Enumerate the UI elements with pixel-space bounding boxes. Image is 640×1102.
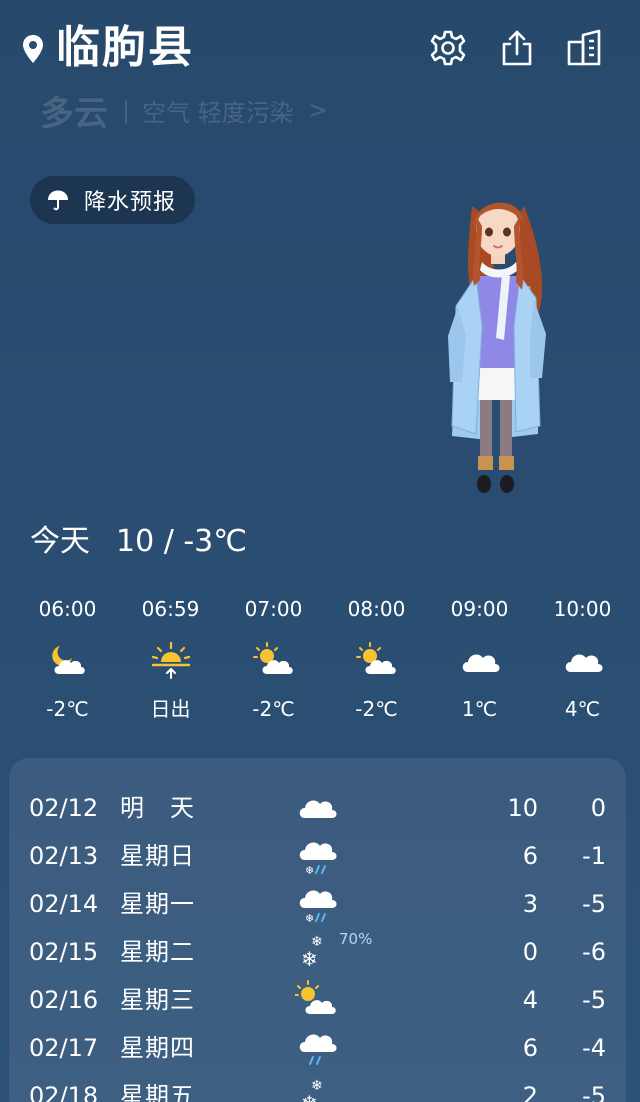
day-high: 6: [522, 842, 538, 870]
separator: |: [122, 96, 131, 124]
today-label: 今天: [30, 524, 90, 559]
moon-cloud-icon: [51, 646, 85, 674]
hour-time: 07:00: [244, 597, 303, 621]
daily-row[interactable]: 02/15 星期二 ❄ ❄ 70% 0 -6: [9, 928, 626, 976]
cloud-icon: [565, 654, 602, 672]
sun-cloud-icon: [252, 642, 293, 674]
city-list-icon[interactable]: [565, 28, 605, 68]
svg-text:❄: ❄: [301, 1091, 318, 1102]
snow-icon: ❄ ❄: [301, 934, 323, 971]
day-weekday: 星期二: [120, 938, 195, 966]
day-date: 02/16: [29, 986, 99, 1014]
daily-row[interactable]: 02/12 明 天 10 0: [9, 784, 626, 832]
sleet-icon: ❄: [299, 890, 337, 924]
day-high: 3: [522, 890, 538, 918]
day-date: 02/17: [29, 1034, 99, 1062]
day-high: 2: [522, 1082, 538, 1102]
hour-temp: -2℃: [355, 697, 398, 721]
gear-icon[interactable]: [428, 28, 468, 68]
hour-temp: -2℃: [252, 697, 295, 721]
day-weekday: 明 天: [120, 794, 195, 822]
day-weekday: 星期三: [120, 986, 195, 1014]
daily-forecast-panel[interactable]: 02/12 明 天 10 0 02/13 星期日 ❄ 6 -1 02/14 星期…: [9, 758, 626, 1102]
hourly-forecast[interactable]: 06:00 -2℃ 06:59 日出 07:00 -2℃ 08:00 -2℃ 0…: [16, 594, 634, 724]
day-weekday: 星期日: [120, 842, 195, 870]
hour-item: 06:59 日出: [119, 594, 222, 724]
hour-temp: 4℃: [564, 697, 601, 721]
day-low: -6: [582, 938, 606, 966]
hour-item: 10:00 4℃: [531, 594, 634, 724]
day-low: -5: [582, 890, 606, 918]
hour-time: 10:00: [553, 597, 612, 621]
day-high: 0: [522, 938, 538, 966]
day-high: 4: [522, 986, 538, 1014]
current-condition-row[interactable]: 多云 | 空气 轻度污染 >: [40, 90, 328, 134]
city-name[interactable]: 临朐县: [56, 22, 194, 74]
day-low: -5: [582, 1082, 606, 1102]
day-high: 6: [522, 1034, 538, 1062]
day-high: 10: [507, 794, 538, 822]
day-weekday: 星期五: [120, 1082, 195, 1102]
sleet-icon: ❄: [299, 842, 337, 876]
day-low: 0: [590, 794, 606, 822]
hour-time: 09:00: [450, 597, 509, 621]
chevron-right-icon: >: [307, 96, 328, 124]
hour-time: 06:59: [141, 597, 200, 621]
precipitation-forecast-button[interactable]: 降水预报: [30, 176, 195, 224]
sunrise-icon: [151, 641, 190, 679]
hour-time: 08:00: [347, 597, 406, 621]
daily-row[interactable]: 02/18 星期五 ❄ ❄ 2 -5: [9, 1072, 626, 1102]
rain-icon: [299, 1034, 337, 1065]
hour-item: 07:00 -2℃: [222, 594, 325, 724]
daily-row[interactable]: 02/14 星期一 ❄ 3 -5: [9, 880, 626, 928]
day-date: 02/12: [29, 794, 99, 822]
today-summary: 今天 10 / -3℃: [30, 520, 247, 564]
svg-text:❄: ❄: [305, 864, 314, 876]
day-weekday: 星期一: [120, 890, 195, 918]
umbrella-icon: [48, 190, 68, 211]
day-low: -1: [582, 842, 606, 870]
hour-item: 09:00 1℃: [428, 594, 531, 724]
share-icon[interactable]: [497, 28, 537, 68]
precipitation-forecast-label: 降水预报: [84, 190, 177, 215]
hour-temp: -2℃: [46, 697, 89, 721]
day-date: 02/13: [29, 842, 99, 870]
daily-row[interactable]: 02/13 星期日 ❄ 6 -1: [9, 832, 626, 880]
precip-probability: 70%: [339, 930, 373, 948]
air-quality-label: 空气 轻度污染: [142, 98, 294, 127]
day-low: -4: [582, 1034, 606, 1062]
hour-event: 日出: [150, 697, 191, 721]
hour-item: 06:00 -2℃: [16, 594, 119, 724]
day-date: 02/18: [29, 1082, 99, 1102]
sun-cloud-icon: [355, 642, 396, 674]
snow-icon: ❄ ❄: [301, 1078, 323, 1102]
day-low: -5: [582, 986, 606, 1014]
hour-item: 08:00 -2℃: [325, 594, 428, 724]
location-pin-icon[interactable]: [22, 34, 44, 64]
day-date: 02/14: [29, 890, 99, 918]
daily-row[interactable]: 02/16 星期三 4 -5: [9, 976, 626, 1024]
dressing-avatar[interactable]: [438, 186, 558, 498]
today-temp-range: 10 / -3℃: [116, 524, 247, 559]
hour-temp: 1℃: [461, 697, 498, 721]
day-date: 02/15: [29, 938, 99, 966]
current-condition: 多云: [40, 93, 108, 134]
cloud-icon: [462, 654, 499, 672]
svg-text:❄: ❄: [305, 912, 314, 924]
cloud-icon: [299, 800, 337, 818]
daily-row[interactable]: 02/17 星期四 6 -4: [9, 1024, 626, 1072]
svg-text:❄: ❄: [301, 947, 318, 971]
day-weekday: 星期四: [120, 1034, 195, 1062]
hour-time: 06:00: [38, 597, 97, 621]
sun-cloud-icon: [295, 980, 336, 1014]
